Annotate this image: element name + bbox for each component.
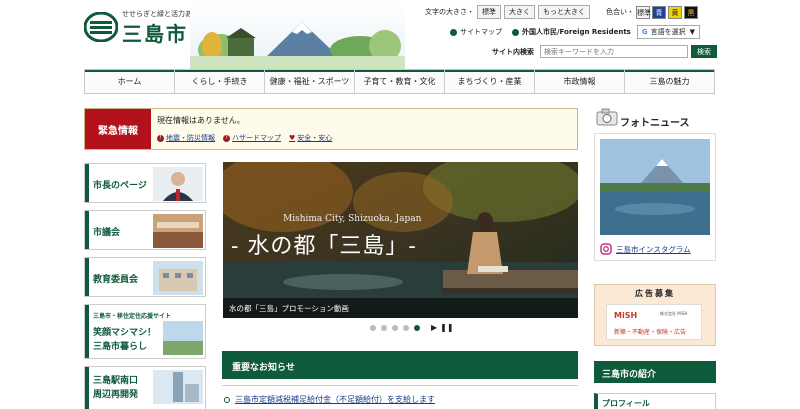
nav-childcare[interactable]: 子育て・教育・文化 [355,70,445,93]
riverside-image [163,321,203,355]
font-size-larger-button[interactable]: もっと大きく [538,5,590,19]
font-size-label: 文字の大きさ・ [425,8,474,16]
nav-attractions[interactable]: 三島の魅力 [625,70,714,93]
nav-living[interactable]: くらし・手続き [175,70,265,93]
slide-dot-2[interactable] [381,324,387,331]
color-label: 色合い・ [606,8,634,16]
language-select[interactable]: G 言語を選択 ▼ [636,25,700,39]
safety-link[interactable]: ♥ 安全・安心 [289,133,332,143]
slideshow-title: - 水の都「三島」- [231,234,417,259]
banner-label: 三島市暮らし [93,342,148,352]
education-board-banner[interactable]: 教育委員会 [84,257,206,297]
search-label: サイト内検索 [492,47,534,56]
instagram-link[interactable]: 三島市インスタグラム [600,243,691,255]
city-name-logo[interactable]: 三島市 [122,18,188,47]
banner-label: 市議会 [93,228,121,238]
bullet-icon [224,396,230,403]
slide-dot-3[interactable] [392,324,398,331]
play-icon[interactable]: ▶ [431,323,437,332]
color-blue-button[interactable]: 青 [652,5,666,19]
migration-support-banner[interactable]: 三島市・移住定住応援サイト 笑顔マシマシ！ 三島市暮らし [84,304,206,359]
site-search: サイト内検索 検索 [492,45,717,58]
redevelopment-render-image [153,370,203,404]
slideshow-caption[interactable]: 水の都「三島」プロモーション動画 [223,298,578,318]
banner-label: 三島駅南口 [93,376,139,386]
camera-icon [596,108,618,126]
sitemap-arrow-icon [450,28,457,36]
nav-city-info[interactable]: 市政情報 [535,70,625,93]
nav-home[interactable]: ホーム [85,70,175,93]
ad-logo-sub: 株式会社 MiSH [660,311,688,316]
language-select-label: 言語を選択 [650,28,686,36]
notice-list-item[interactable]: 三島市定額減税補足給付金（不足額給付）を支給します [224,394,435,405]
banner-label: 周辺再開発 [93,390,139,400]
ad-recruit-title: 広告募集 [635,289,675,298]
alert-icon: ! [157,134,164,142]
emergency-info-panel: 緊急情報 現在情報はありません。 ! 地震・防災情報 ! ハザードマップ ♥ 安全・安… [84,108,578,150]
council-chamber-image [153,214,203,248]
nav-city-development[interactable]: まちづくり・産業 [445,70,535,93]
slide-dot-5[interactable] [414,324,420,331]
color-yellow-button[interactable]: 黄 [668,5,682,19]
banner-label: 笑顔マシマシ！ [93,328,157,338]
photo-news-card[interactable] [594,133,716,261]
google-g-icon: G [641,28,648,36]
mount-fuji-header-illustration [190,0,405,70]
mayor-portrait-image [153,167,203,201]
color-black-button[interactable]: 黒 [684,5,698,19]
font-size-standard-button[interactable]: 標準 [477,5,501,19]
notice-tab-arrow [565,351,578,379]
slideshow-pager: ▶ ❚❚ [370,323,454,332]
heart-icon: ♥ [289,134,296,142]
photo-news-title: フォトニュース [620,118,690,129]
search-button[interactable]: 検索 [691,45,717,58]
foreign-residents-link[interactable]: 外国人市民/Foreign Residents [522,27,631,37]
city-intro-title: 三島市の紹介 [594,361,716,383]
nav-health[interactable]: 健康・福祉・スポーツ [265,70,355,93]
slide-dot-4[interactable] [403,324,409,331]
banner-label: 教育委員会 [93,275,139,285]
emergency-message: 現在情報はありません。 [157,116,245,125]
sitemap-link[interactable]: サイトマップ [460,27,502,37]
mayor-page-banner[interactable]: 市長のページ [84,163,206,203]
chevron-down-icon: ▼ [689,28,695,36]
search-input[interactable] [540,45,688,58]
alert-icon: ! [223,134,230,142]
instagram-icon [600,243,612,255]
city-council-banner[interactable]: 市議会 [84,210,206,250]
important-notices-title: 重要なお知らせ [222,351,578,379]
emergency-title: 緊急情報 [85,109,151,149]
slideshow-subtitle: Mishima City, Shizuoka, Japan [283,214,422,224]
font-size-large-button[interactable]: 大きく [504,5,535,19]
pause-icon[interactable]: ❚❚ [440,323,453,332]
banner-caption: 三島市・移住定住応援サイト [93,313,172,320]
station-redevelopment-banner[interactable]: 三島駅南口 周辺再開発 [84,366,206,409]
photo-news-image [600,139,710,235]
color-standard-button[interactable]: 標準 [636,5,651,19]
city-logo-icon[interactable] [84,12,118,42]
ad-text: 新築・不動産・保険・広告 [614,329,687,336]
school-building-image [153,261,203,295]
profile-link[interactable]: プロフィール [594,393,716,409]
earthquake-disaster-link[interactable]: ! 地震・防災情報 [157,133,215,143]
banner-label: 市長のページ [93,181,147,191]
foreign-arrow-icon [512,28,519,36]
slide-dot-1[interactable] [370,324,376,331]
global-nav: ホーム くらし・手続き 健康・福祉・スポーツ 子育て・教育・文化 まちづくり・産… [84,69,715,94]
display-settings-bar: 文字の大きさ・ 標準 大きく もっと大きく 色合い・ 標準 青 黄 黒 [425,5,698,19]
header-links: サイトマップ 外国人市民/Foreign Residents G 言語を選択 ▼ [450,25,700,39]
hazard-map-link[interactable]: ! ハザードマップ [223,133,281,143]
ad-logo: MiSH [614,311,638,320]
